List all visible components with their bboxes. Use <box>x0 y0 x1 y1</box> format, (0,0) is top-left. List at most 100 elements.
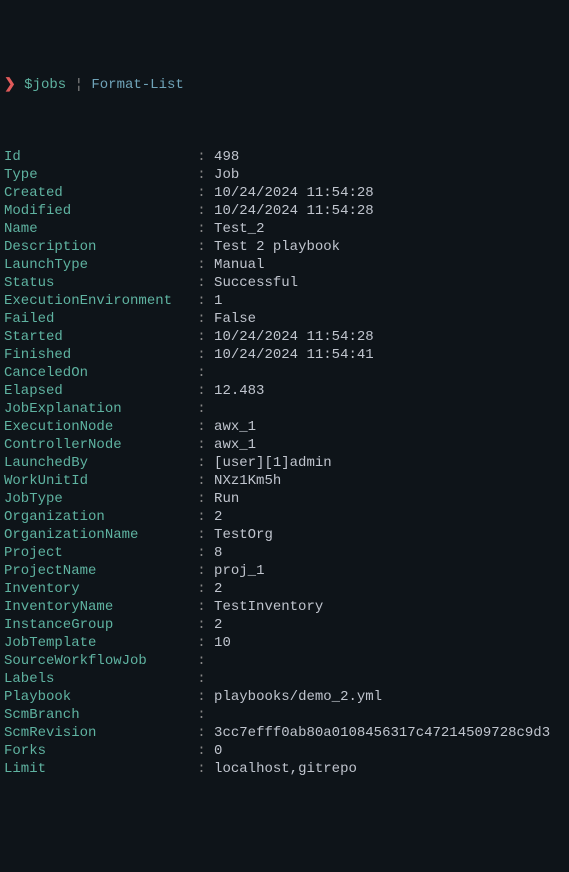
colon-separator: : <box>197 275 205 291</box>
field-value: 2 <box>206 581 223 597</box>
field-key: Name <box>4 221 38 237</box>
colon-separator: : <box>197 599 205 615</box>
colon-separator: : <box>197 455 205 471</box>
field-key: Created <box>4 185 63 201</box>
field-key: JobTemplate <box>4 635 96 651</box>
field-value: awx_1 <box>206 437 256 453</box>
field-key: WorkUnitId <box>4 473 88 489</box>
colon-separator: : <box>197 419 205 435</box>
field-value: TestInventory <box>206 599 324 615</box>
field-row: Finished : 10/24/2024 11:54:41 <box>4 346 565 364</box>
field-key: LaunchType <box>4 257 88 273</box>
colon-separator: : <box>197 581 205 597</box>
colon-separator: : <box>197 437 205 453</box>
field-row: Created : 10/24/2024 11:54:28 <box>4 184 565 202</box>
colon-separator: : <box>197 311 205 327</box>
field-key: CanceledOn <box>4 365 88 381</box>
field-key: Type <box>4 167 38 183</box>
field-row: Labels : <box>4 670 565 688</box>
colon-separator: : <box>197 347 205 363</box>
field-key: ExecutionNode <box>4 419 113 435</box>
colon-separator: : <box>197 221 205 237</box>
field-key: ScmBranch <box>4 707 80 723</box>
field-value: awx_1 <box>206 419 256 435</box>
colon-separator: : <box>197 401 205 417</box>
field-row: Inventory : 2 <box>4 580 565 598</box>
field-key: SourceWorkflowJob <box>4 653 147 669</box>
colon-separator: : <box>197 689 205 705</box>
field-value: 2 <box>206 509 223 525</box>
colon-separator: : <box>197 329 205 345</box>
field-key: ProjectName <box>4 563 96 579</box>
field-key: LaunchedBy <box>4 455 88 471</box>
field-row: SourceWorkflowJob : <box>4 652 565 670</box>
field-key: Modified <box>4 203 71 219</box>
field-key: InventoryName <box>4 599 113 615</box>
field-key: ExecutionEnvironment <box>4 293 172 309</box>
field-row: Forks : 0 <box>4 742 565 760</box>
colon-separator: : <box>197 563 205 579</box>
field-value: 10/24/2024 11:54:28 <box>206 185 374 201</box>
field-key: Finished <box>4 347 71 363</box>
prompt-arrow: ❯ <box>4 77 16 93</box>
field-row: Status : Successful <box>4 274 565 292</box>
field-row: Name : Test_2 <box>4 220 565 238</box>
colon-separator: : <box>197 167 205 183</box>
field-key: Inventory <box>4 581 80 597</box>
colon-separator: : <box>197 509 205 525</box>
field-key: JobType <box>4 491 63 507</box>
colon-separator: : <box>197 383 205 399</box>
colon-separator: : <box>197 725 205 741</box>
field-row: JobTemplate : 10 <box>4 634 565 652</box>
field-value: False <box>206 311 256 327</box>
field-row: Limit : localhost,gitrepo <box>4 760 565 778</box>
field-row: Description : Test 2 playbook <box>4 238 565 256</box>
colon-separator: : <box>197 239 205 255</box>
field-value: Run <box>206 491 240 507</box>
colon-separator: : <box>197 365 205 381</box>
field-key: Playbook <box>4 689 71 705</box>
field-row: JobType : Run <box>4 490 565 508</box>
field-value: 0 <box>206 743 223 759</box>
field-value: 1 <box>206 293 223 309</box>
prompt-line: ❯ $jobs ¦ Format-List <box>4 76 565 94</box>
colon-separator: : <box>197 185 205 201</box>
colon-separator: : <box>197 743 205 759</box>
field-row: OrganizationName : TestOrg <box>4 526 565 544</box>
colon-separator: : <box>197 761 205 777</box>
colon-separator: : <box>197 473 205 489</box>
field-key: Started <box>4 329 63 345</box>
field-value: 10 <box>206 635 231 651</box>
field-row: Elapsed : 12.483 <box>4 382 565 400</box>
colon-separator: : <box>197 293 205 309</box>
field-key: JobExplanation <box>4 401 122 417</box>
field-row: ScmRevision : 3cc7efff0ab80a0108456317c4… <box>4 724 565 742</box>
field-key: InstanceGroup <box>4 617 113 633</box>
colon-separator: : <box>197 527 205 543</box>
prompt-var: $jobs <box>24 77 66 93</box>
colon-separator: : <box>197 545 205 561</box>
colon-separator: : <box>197 203 205 219</box>
field-key: Failed <box>4 311 54 327</box>
colon-separator: : <box>197 653 205 669</box>
field-row: Started : 10/24/2024 11:54:28 <box>4 328 565 346</box>
blank-line <box>4 112 565 130</box>
field-row: Organization : 2 <box>4 508 565 526</box>
colon-separator: : <box>197 617 205 633</box>
field-value: Successful <box>206 275 298 291</box>
field-value: playbooks/demo_2.yml <box>206 689 382 705</box>
field-value: 3cc7efff0ab80a0108456317c47214509728c9d3 <box>206 725 550 741</box>
field-row: LaunchedBy : [user][1]admin <box>4 454 565 472</box>
field-key: Limit <box>4 761 46 777</box>
field-value: [user][1]admin <box>206 455 332 471</box>
field-row: ExecutionNode : awx_1 <box>4 418 565 436</box>
field-key: Organization <box>4 509 105 525</box>
colon-separator: : <box>197 707 205 723</box>
field-row: InstanceGroup : 2 <box>4 616 565 634</box>
field-value: TestOrg <box>206 527 273 543</box>
field-value: 10/24/2024 11:54:28 <box>206 329 374 345</box>
field-key: OrganizationName <box>4 527 138 543</box>
field-key: Id <box>4 149 21 165</box>
field-key: Description <box>4 239 96 255</box>
field-row: InventoryName : TestInventory <box>4 598 565 616</box>
